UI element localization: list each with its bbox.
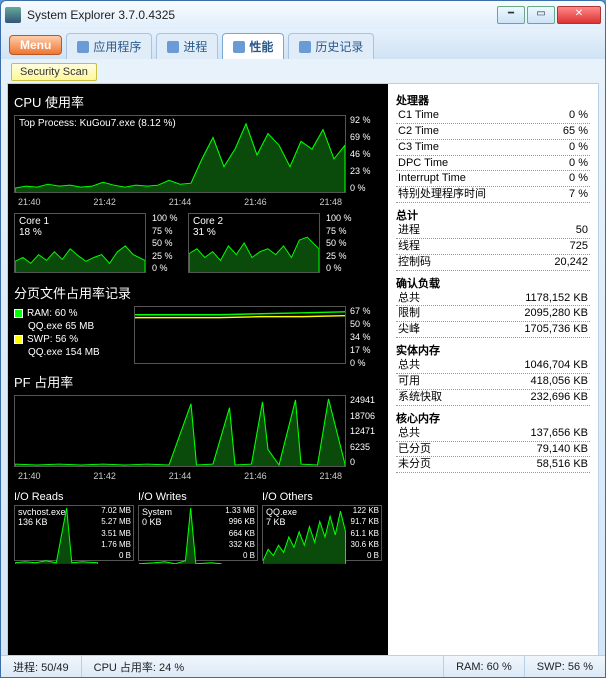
tab-processes[interactable]: 进程 xyxy=(156,33,218,59)
tab-applications[interactable]: 应用程序 xyxy=(66,33,152,59)
core1-yaxis: 100 %75 %50 %25 %0 % xyxy=(150,213,182,273)
processor-header: 处理器 xyxy=(396,92,590,108)
core2-yaxis: 100 %75 %50 %25 %0 % xyxy=(324,213,356,273)
cpu-xaxis: 21:4021:4221:4421:4621:48 xyxy=(14,197,346,207)
status-cpu: CPU 占用率: 24 % xyxy=(82,656,444,677)
security-scan-button[interactable]: Security Scan xyxy=(11,63,97,81)
window-title: System Explorer 3.7.0.4325 xyxy=(27,8,497,22)
history-icon xyxy=(299,41,311,53)
io-writes-chart: System0 KB 1.33 MB996 KB664 KB332 KB0 B xyxy=(138,505,258,561)
totals-header: 总计 xyxy=(396,207,590,223)
top-process-label: Top Process: KuGou7.exe (8.12 %) xyxy=(19,118,176,129)
swp-proc: QQ.exe 154 MB xyxy=(14,347,134,358)
pagefile-yaxis: 67 %50 %34 %17 %0 % xyxy=(348,306,380,368)
status-processes: 进程: 50/49 xyxy=(1,656,82,677)
swp-legend: SWP: 56 % xyxy=(14,334,134,345)
io-reads-chart: svchost.exe136 KB 7.02 MB5.27 MB3.51 MB1… xyxy=(14,505,134,561)
core1-chart: Core 118 % xyxy=(14,213,146,273)
ram-legend: RAM: 60 % xyxy=(14,308,134,319)
io-reads-title: I/O Reads xyxy=(14,491,134,503)
pf-yaxis: 24941187061247162350 xyxy=(348,395,380,467)
kernel-header: 核心内存 xyxy=(396,410,590,426)
content-area: CPU 使用率 Top Process: KuGou7.exe (8.12 %)… xyxy=(7,83,599,661)
app-icon xyxy=(5,7,21,23)
tab-label: 性能 xyxy=(249,38,273,55)
ram-proc: QQ.exe 65 MB xyxy=(14,321,134,332)
tab-label: 应用程序 xyxy=(93,38,141,55)
cpu-yaxis: 92 %69 %46 %23 %0 % xyxy=(348,115,380,193)
green-square-icon xyxy=(14,309,23,318)
core2-chart: Core 231 % xyxy=(188,213,320,273)
window-frame: System Explorer 3.7.0.4325 ━ ▭ ✕ Menu 应用… xyxy=(0,0,606,678)
io-writes-title: I/O Writes xyxy=(138,491,258,503)
tab-label: 进程 xyxy=(183,38,207,55)
close-button[interactable]: ✕ xyxy=(557,6,601,24)
pagefile-chart xyxy=(134,306,346,364)
processes-icon xyxy=(167,41,179,53)
apps-icon xyxy=(77,41,89,53)
io-others-title: I/O Others xyxy=(262,491,382,503)
status-ram: RAM: 60 % xyxy=(444,656,525,677)
toolbar: Menu 应用程序 进程 性能 历史记录 xyxy=(1,29,605,59)
pf-chart xyxy=(14,395,346,467)
performance-panel: CPU 使用率 Top Process: KuGou7.exe (8.12 %)… xyxy=(8,84,388,660)
commit-header: 确认负载 xyxy=(396,275,590,291)
menu-button[interactable]: Menu xyxy=(9,35,62,55)
minimize-button[interactable]: ━ xyxy=(497,6,525,24)
yellow-square-icon xyxy=(14,335,23,344)
tab-performance[interactable]: 性能 xyxy=(222,33,284,59)
tab-label: 历史记录 xyxy=(315,38,363,55)
tab-history[interactable]: 历史记录 xyxy=(288,33,374,59)
io-others-chart: QQ.exe7 KB 122 KB91.7 KB61.1 KB30.6 KB0 … xyxy=(262,505,382,561)
physmem-header: 实体内存 xyxy=(396,342,590,358)
maximize-button[interactable]: ▭ xyxy=(527,6,555,24)
pf-xaxis: 21:4021:4221:4421:4621:48 xyxy=(14,471,346,481)
status-bar: 进程: 50/49 CPU 占用率: 24 % RAM: 60 % SWP: 5… xyxy=(1,655,605,677)
pf-title: PF 占用率 xyxy=(14,372,382,391)
cpu-title: CPU 使用率 xyxy=(14,92,382,111)
status-swp: SWP: 56 % xyxy=(525,656,605,677)
pagefile-title: 分页文件占用率记录 xyxy=(14,283,382,302)
titlebar[interactable]: System Explorer 3.7.0.4325 ━ ▭ ✕ xyxy=(1,1,605,29)
cpu-chart: Top Process: KuGou7.exe (8.12 %) xyxy=(14,115,346,193)
stats-panel: 处理器 C1 Time0 % C2 Time65 % C3 Time0 % DP… xyxy=(388,84,598,660)
performance-icon xyxy=(233,41,245,53)
